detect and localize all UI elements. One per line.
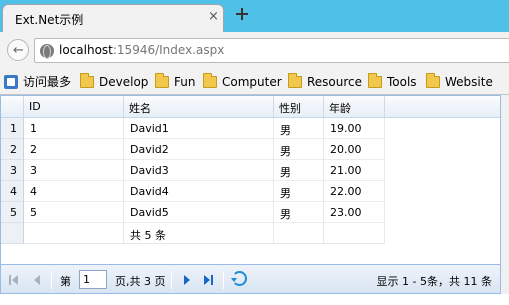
column-header-age[interactable]: 年龄 [324, 96, 385, 118]
refresh-icon[interactable] [231, 271, 247, 286]
cell-gender: 男 [274, 118, 324, 139]
next-page-icon [184, 275, 190, 285]
cell-name: David3 [124, 160, 274, 181]
display-info: 显示 1 - 5条，共 11 条 [376, 275, 492, 288]
table-row[interactable]: 4 4 David4 男 22.00 [1, 181, 385, 202]
bookmark-folder-resource[interactable]: Resource [288, 72, 363, 90]
cell-id: 4 [24, 181, 124, 202]
rownumber-header [1, 96, 24, 118]
cell-id: 5 [24, 202, 124, 223]
browser-tab[interactable]: Ext.Net示例 × [2, 4, 224, 33]
bookmark-label: Resource [307, 74, 363, 89]
close-icon[interactable]: × [208, 9, 219, 25]
url-host: localhost [59, 43, 113, 57]
table-row[interactable]: 2 2 David2 男 20.00 [1, 139, 385, 160]
prev-page-button[interactable] [31, 273, 45, 287]
cell-gender: 男 [274, 202, 324, 223]
summary-row: 共 5 条 [1, 223, 385, 244]
bookmark-label: Computer [222, 74, 282, 89]
cell-age: 19.00 [324, 118, 385, 139]
cell-age: 22.00 [324, 181, 385, 202]
row-number: 5 [1, 202, 24, 223]
cell-gender: 男 [274, 181, 324, 202]
paging-toolbar: 第 页,共 3 页 显示 1 - 5条，共 11 条 [1, 264, 500, 293]
cell-name: David4 [124, 181, 274, 202]
most-visited-icon [4, 74, 18, 89]
bookmark-label: Website [445, 74, 493, 89]
row-number [1, 223, 24, 244]
separator [51, 271, 52, 289]
bookmark-folder-tools[interactable]: Tools [368, 72, 417, 90]
cell-name: David1 [124, 118, 274, 139]
tab-title: Ext.Net示例 [15, 13, 84, 27]
window-scrollbar[interactable] [501, 95, 509, 294]
folder-icon [80, 72, 94, 88]
cell-id: 2 [24, 139, 124, 160]
address-bar[interactable]: localhost:15946/Index.aspx [34, 38, 509, 63]
folder-icon [155, 72, 169, 88]
back-button[interactable]: ← [7, 39, 29, 61]
globe-icon [40, 44, 54, 59]
row-number: 3 [1, 160, 24, 181]
bookmark-folder-fun[interactable]: Fun [155, 72, 196, 90]
arrow-left-icon: ← [13, 43, 24, 58]
browser-tabstrip: Ext.Net示例 × [0, 0, 509, 33]
cell-name: David5 [124, 202, 274, 223]
next-page-button[interactable] [181, 273, 195, 287]
cell-age: 21.00 [324, 160, 385, 181]
browser-toolbar: localhost:15946/Index.aspx ← [0, 32, 509, 68]
column-header-id[interactable]: ID [24, 96, 124, 118]
page-total-label: 页,共 3 页 [115, 275, 166, 288]
url-text: localhost:15946/Index.aspx [59, 43, 224, 57]
column-header-name[interactable]: 姓名 [124, 96, 274, 118]
table-row[interactable]: 1 1 David1 男 19.00 [1, 118, 385, 139]
cell-age: 23.00 [324, 202, 385, 223]
row-number: 1 [1, 118, 24, 139]
bookmark-label: Tools [387, 74, 417, 89]
table-row[interactable]: 3 3 David3 男 21.00 [1, 160, 385, 181]
grid-header: ID 姓名 性别 年龄 [1, 96, 500, 118]
cell-age: 20.00 [324, 139, 385, 160]
cell-id: 3 [24, 160, 124, 181]
column-header-gender[interactable]: 性别 [274, 96, 324, 118]
bookmark-label: 访问最多 [23, 75, 72, 89]
separator [171, 271, 172, 289]
folder-icon [288, 72, 302, 88]
cell-id: 1 [24, 118, 124, 139]
prev-page-icon [34, 275, 40, 285]
row-number: 4 [1, 181, 24, 202]
cell-gender: 男 [274, 160, 324, 181]
bookmarks-bar: 访问最多 Develop Fun Computer Resource Tools… [0, 68, 509, 95]
bookmark-folder-develop[interactable]: Develop [80, 72, 149, 90]
last-page-button[interactable] [203, 273, 217, 287]
cell-gender: 男 [274, 139, 324, 160]
row-number: 2 [1, 139, 24, 160]
bookmark-folder-website[interactable]: Website [426, 72, 493, 90]
summary-count: 共 5 条 [124, 223, 274, 244]
bookmark-label: Fun [174, 74, 196, 89]
folder-icon [368, 72, 382, 88]
separator [223, 271, 224, 289]
first-page-icon [9, 275, 11, 285]
page-label: 第 [60, 275, 71, 288]
summary-cell-age [324, 223, 385, 244]
url-path: :15946/Index.aspx [112, 43, 225, 57]
summary-cell-gender [274, 223, 324, 244]
bookmark-most-visited[interactable]: 访问最多 [4, 73, 71, 90]
new-tab-icon[interactable] [234, 6, 250, 22]
summary-cell-id [24, 223, 124, 244]
last-page-icon [204, 275, 210, 285]
cell-name: David2 [124, 139, 274, 160]
table-row[interactable]: 5 5 David5 男 23.00 [1, 202, 385, 223]
bookmark-label: Develop [99, 74, 149, 89]
bookmark-folder-computer[interactable]: Computer [203, 72, 282, 90]
first-page-button[interactable] [9, 273, 23, 287]
folder-icon [426, 72, 440, 88]
page-number-input[interactable] [79, 270, 107, 289]
folder-icon [203, 72, 217, 88]
